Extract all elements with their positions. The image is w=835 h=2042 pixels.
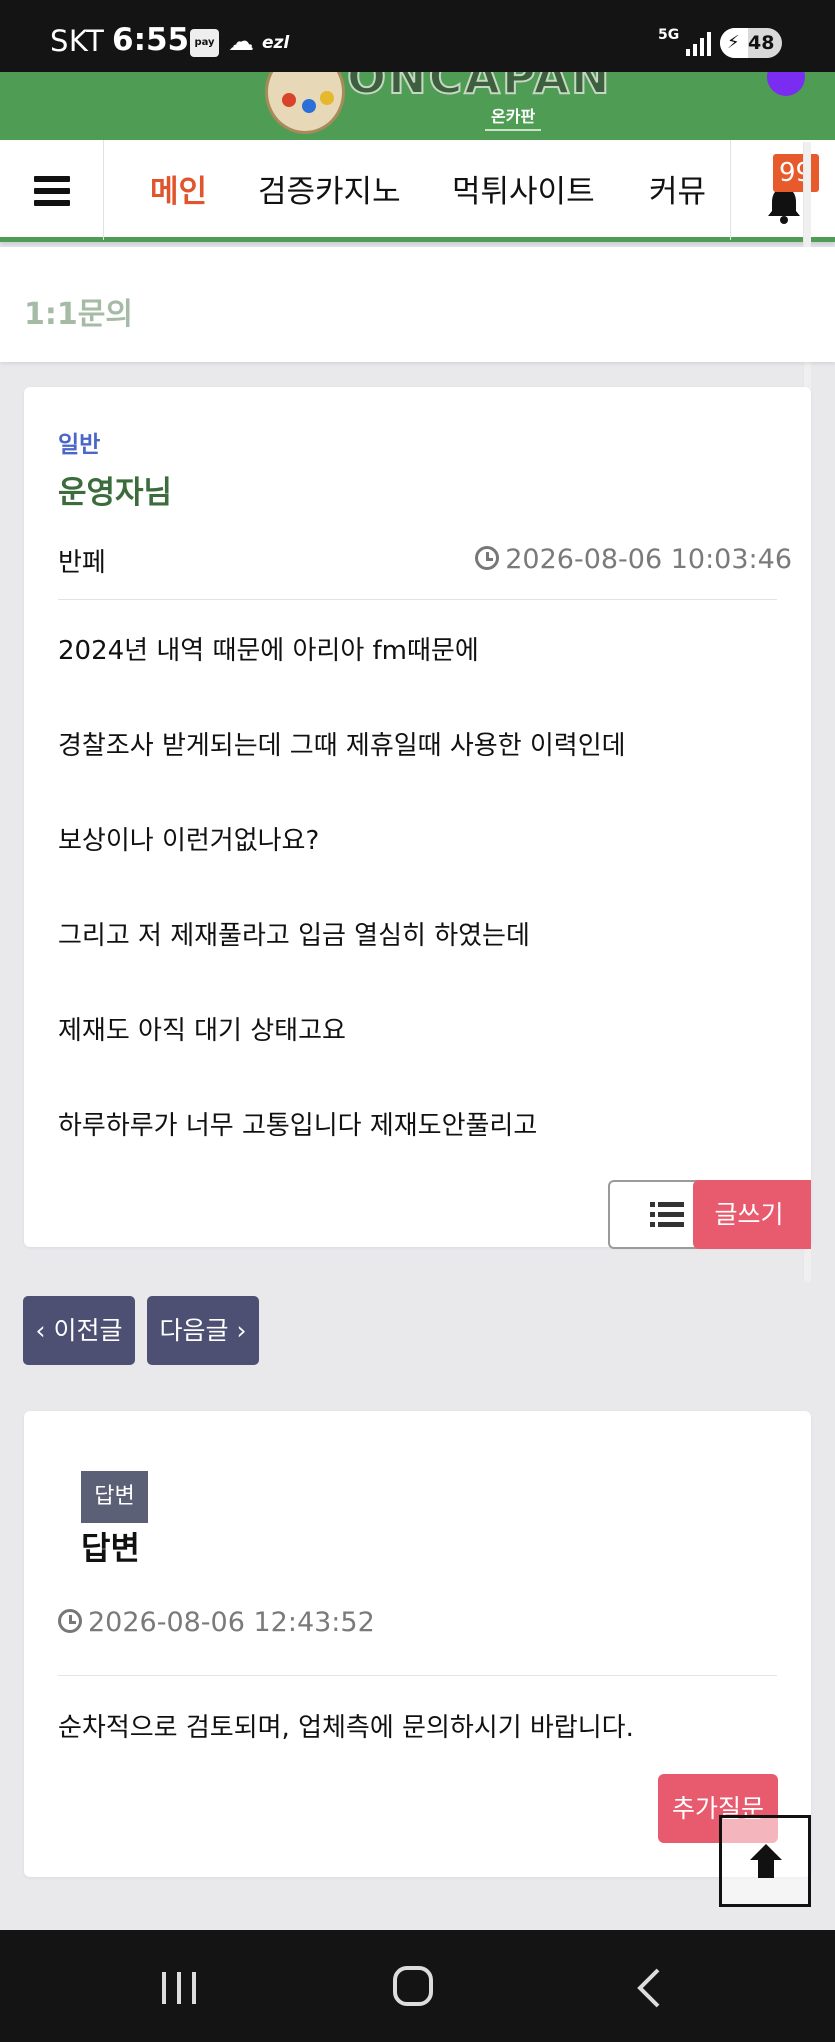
site-logo[interactable]: ONCAPAN 온카판: [265, 72, 611, 140]
carrier-label: SKT: [50, 24, 105, 58]
notification-count-badge: 99: [773, 154, 819, 192]
system-navigation-bar: [0, 1930, 835, 2042]
post-writer: 반페: [58, 548, 106, 578]
nav-tab-community[interactable]: 커뮤: [649, 166, 706, 211]
site-header: ONCAPAN 온카판: [0, 72, 835, 140]
weather-cloud-icon: ☁: [228, 27, 254, 57]
main-nav: 메인 검증카지노 먹튀사이트 커뮤 99: [0, 140, 835, 242]
post-body-line: 그리고 저 제재풀라고 입금 열심히 하였는데: [58, 921, 530, 951]
post-body-line: 보상이나 이런거없나요?: [58, 826, 320, 856]
divider: [58, 599, 777, 600]
logo-emblem-icon: [265, 72, 345, 134]
prev-post-button[interactable]: ‹ 이전글: [23, 1296, 135, 1365]
ezl-icon: ezl: [262, 33, 290, 53]
notification-button[interactable]: 99: [730, 140, 819, 240]
next-post-button[interactable]: 다음글 ›: [147, 1296, 259, 1365]
battery-indicator: ⚡ 48: [720, 28, 782, 58]
page-title-bar: 1:1문의: [0, 247, 835, 362]
post-body-line: 경찰조사 받게되는데 그때 제휴일때 사용한 이력인데: [58, 731, 626, 761]
divider: [58, 1675, 777, 1676]
nav-tab-strip: 메인 검증카지노 먹튀사이트 커뮤: [104, 140, 730, 240]
charging-bolt-icon: ⚡: [727, 32, 740, 53]
answer-text: 순차적으로 검토되며, 업체측에 문의하시기 바랍니다.: [58, 1713, 634, 1743]
write-post-button[interactable]: 글쓰기: [693, 1180, 811, 1249]
clock-icon: [58, 1609, 82, 1633]
status-clock: 6:55: [112, 22, 190, 58]
post-body-line: 하루하루가 너무 고통입니다 제재도안풀리고: [58, 1111, 538, 1141]
post-category: 일반: [58, 432, 101, 458]
page-title: 1:1문의: [24, 297, 133, 332]
network-5g-icon: 5G: [658, 27, 680, 43]
pay-icon: pay: [190, 29, 219, 57]
post-body-line: 2024년 내역 때문에 아리아 fm때문에: [58, 636, 479, 666]
nav-tab-scam-sites[interactable]: 먹튀사이트: [452, 166, 595, 211]
hamburger-menu-button[interactable]: [0, 140, 104, 240]
signal-strength-icon: [686, 32, 712, 56]
post-body-line: 제재도 아직 대기 상태고요: [58, 1016, 346, 1046]
arrow-up-icon: [750, 1844, 782, 1878]
dark-mode-moon-icon[interactable]: [763, 72, 807, 102]
answer-date: 2026-08-06 12:43:52: [58, 1607, 375, 1638]
answer-card: 답변 답변 2026-08-06 12:43:52 순차적으로 검토되며, 업체…: [24, 1411, 811, 1877]
post-date: 2026-08-06 10:03:46: [475, 544, 792, 575]
logo-subtitle: 온카판: [485, 103, 542, 131]
status-bar: SKT 6:55 pay ☁ ezl 5G ⚡ 48: [0, 0, 835, 72]
scroll-to-top-button[interactable]: [719, 1815, 811, 1907]
logo-text: ONCAPAN: [346, 72, 612, 105]
question-card: 일반 운영자님 반페 2026-08-06 10:03:46 2024년 내역 …: [24, 387, 811, 1249]
home-icon[interactable]: [393, 1966, 433, 2006]
nav-tab-main[interactable]: 메인: [150, 166, 207, 211]
back-icon[interactable]: [636, 1968, 662, 2008]
answer-title: 답변: [81, 1529, 140, 1567]
recent-apps-icon[interactable]: [160, 1972, 198, 2004]
nav-tab-verified-casino[interactable]: 검증카지노: [258, 166, 401, 211]
list-icon: [650, 1202, 684, 1228]
answer-badge: 답변: [81, 1471, 148, 1523]
post-recipient: 운영자님: [58, 475, 173, 511]
clock-icon: [475, 546, 500, 570]
